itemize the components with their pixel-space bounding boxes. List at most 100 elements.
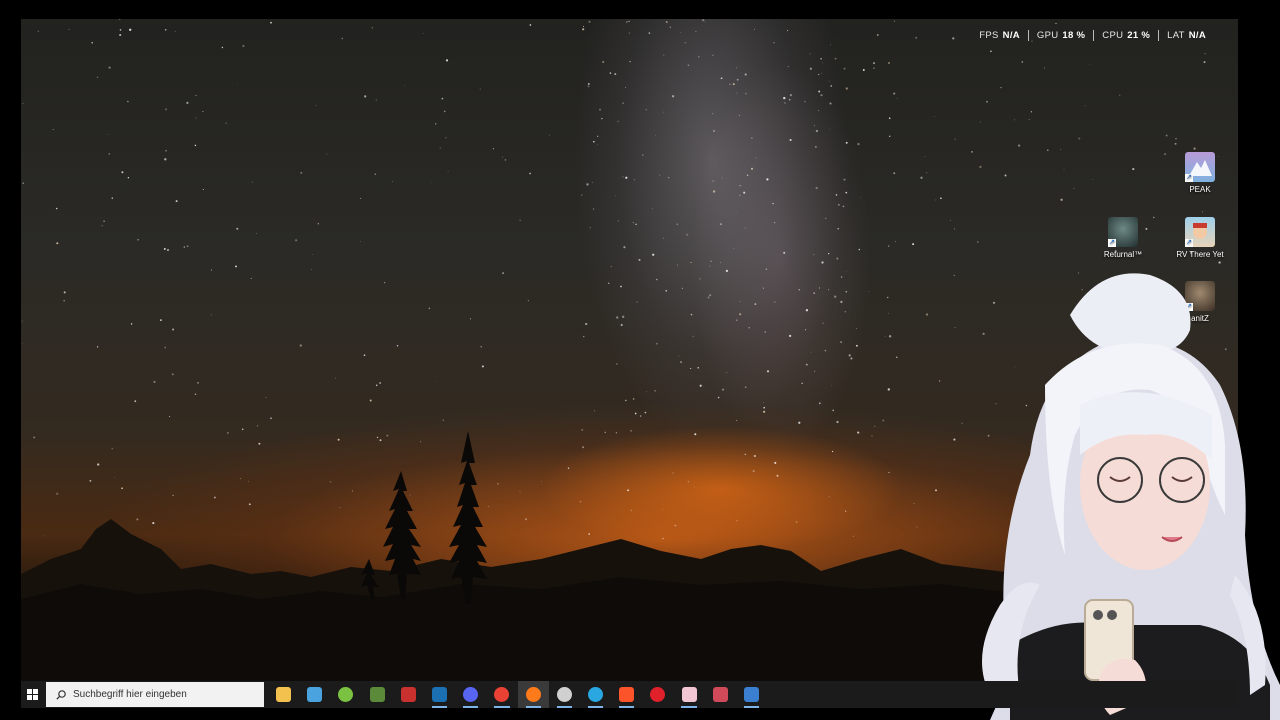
star [729,83,731,86]
star [663,237,665,239]
taskbar-app-steam[interactable] [424,681,455,708]
star [952,37,955,40]
star [736,211,738,212]
star [888,335,892,338]
taskbar-app-recording-app[interactable] [705,681,736,708]
star [186,101,189,105]
star [925,313,929,316]
star [96,346,99,348]
star [1055,22,1057,24]
star [1000,86,1002,89]
star [665,289,668,292]
star [888,62,890,64]
star [990,50,992,53]
star [194,393,197,395]
search-icon [56,689,66,700]
star [822,322,824,324]
star [153,380,156,383]
star [678,355,680,357]
taskbar-app-steam-2[interactable] [736,681,767,708]
star [596,135,599,138]
star [1203,61,1206,64]
taskbar-app-discord[interactable] [455,681,486,708]
start-button[interactable] [21,681,43,708]
star [642,154,644,156]
taskbar-app-microsoft-store[interactable] [299,681,330,708]
star [587,82,590,85]
star [1118,94,1121,97]
star [379,382,381,384]
star [840,300,843,304]
star [940,197,942,200]
star [754,28,756,30]
star [680,361,682,363]
star [924,156,926,157]
star [893,172,896,175]
star [597,144,598,145]
star [108,153,111,155]
star [1165,134,1168,137]
star [183,246,186,248]
rv-there-yet-game-icon: ↗ [1185,217,1215,247]
star [633,179,636,181]
taskbar-app-android-app[interactable] [330,681,361,708]
taskbar-app-photo-app[interactable] [673,681,704,708]
star [844,310,847,313]
star [583,26,584,28]
desktop-shortcut-rv-there-yet[interactable]: ↗ RV There Yet [1167,217,1233,259]
taskbar-search-input[interactable]: Suchbegriff hier eingeben [46,682,264,707]
star [821,72,823,74]
star [712,180,714,182]
star [868,291,870,292]
taskbar-app-minecraft-launcher[interactable] [362,681,393,708]
star [671,95,675,98]
star [667,176,670,179]
taskbar-app-opera[interactable] [642,681,673,708]
star [829,102,832,105]
star [63,300,65,302]
desktop-shortcut-peak[interactable]: ↗ PEAK [1167,152,1233,194]
taskbar-app-brave[interactable] [611,681,642,708]
taskbar-app-firefox[interactable] [517,681,549,708]
star [130,323,133,325]
taskbar-app-game-launcher[interactable] [393,681,424,708]
taskbar-app-file-explorer[interactable] [268,681,299,708]
star [586,183,589,186]
star [824,217,827,220]
star [164,158,167,161]
star [445,137,447,139]
taskbar-app-edge-like-browser[interactable] [580,681,611,708]
star [392,181,393,183]
star [202,188,204,191]
star [582,335,585,338]
star [430,182,432,184]
star [859,197,861,198]
star [764,331,767,333]
star [620,285,622,288]
star [242,44,245,48]
star [888,135,891,138]
file-explorer-icon [276,687,292,702]
taskbar-app-chrome[interactable] [486,681,517,708]
star [360,197,362,199]
star [681,287,684,289]
star [656,278,658,281]
star [375,384,378,387]
star [52,128,54,131]
star [137,239,139,241]
star [1044,67,1045,69]
desktop-shortcut-returnal[interactable]: ↗ Returnal™ [1090,217,1156,259]
star [119,33,122,37]
star [326,153,328,155]
star [582,28,585,31]
star [527,300,529,302]
star [529,24,532,26]
star [709,294,712,297]
star [739,313,742,316]
star [762,287,765,289]
star [893,92,896,95]
star [364,95,367,98]
star [720,77,723,80]
star [101,225,103,227]
taskbar-app-performance-overlay[interactable] [549,681,580,708]
